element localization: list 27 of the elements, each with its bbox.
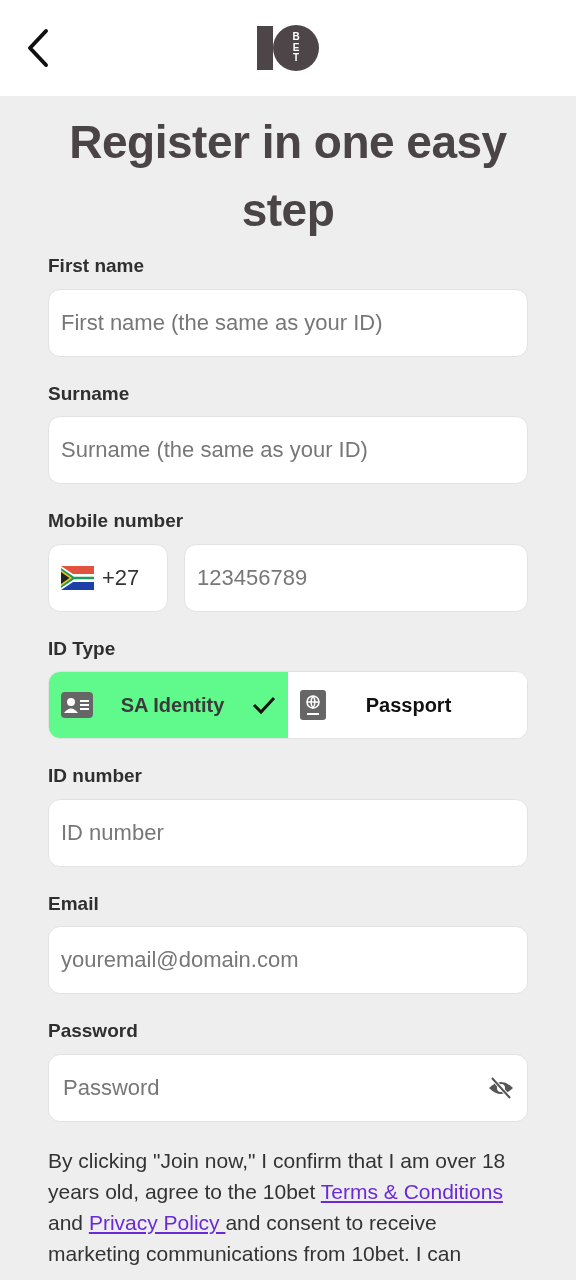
input-field[interactable]: ID number bbox=[48, 798, 528, 867]
input-field[interactable]: youremail@domain.com bbox=[48, 926, 528, 994]
logo: BET bbox=[257, 25, 319, 71]
input-field[interactable]: Surname (the same as your ID) bbox=[48, 416, 528, 484]
password-input[interactable]: Password bbox=[61, 1070, 487, 1105]
id-type-option[interactable]: SA Identity bbox=[49, 672, 288, 738]
field-label: Password bbox=[48, 1019, 139, 1043]
input-field[interactable]: First name (the same as your ID) bbox=[48, 288, 528, 357]
hide-password-icon[interactable] bbox=[487, 1075, 515, 1100]
field-label: Surname bbox=[48, 381, 131, 406]
phone-input[interactable]: 123456789 bbox=[184, 543, 528, 612]
password-field[interactable]: Password bbox=[48, 1053, 528, 1122]
terms-link[interactable]: Terms & Conditions bbox=[320, 1179, 503, 1203]
field-label: Email bbox=[48, 891, 100, 916]
page-title: Register in one easy step bbox=[68, 115, 508, 238]
id-card-icon bbox=[61, 692, 93, 718]
privacy-link[interactable]: Privacy Policy bbox=[88, 1210, 226, 1234]
field-label: ID Type bbox=[48, 636, 117, 661]
flag-icon bbox=[61, 565, 94, 590]
dial-code: +27 bbox=[102, 564, 140, 592]
country-code-selector[interactable]: +27 bbox=[48, 543, 168, 612]
consent-text: By clicking "Join now," I confirm that I am over 18 years old, agree to the 10bet Terms & Conditions and Privacy Policy and consent to receive marketing communications from 10bet. I can bbox=[48, 1147, 507, 1267]
field-label: ID number bbox=[48, 764, 143, 788]
field-label: Mobile number bbox=[48, 509, 185, 533]
field-label: First name bbox=[48, 254, 146, 278]
passport-icon bbox=[300, 690, 326, 720]
check-icon bbox=[252, 695, 276, 715]
